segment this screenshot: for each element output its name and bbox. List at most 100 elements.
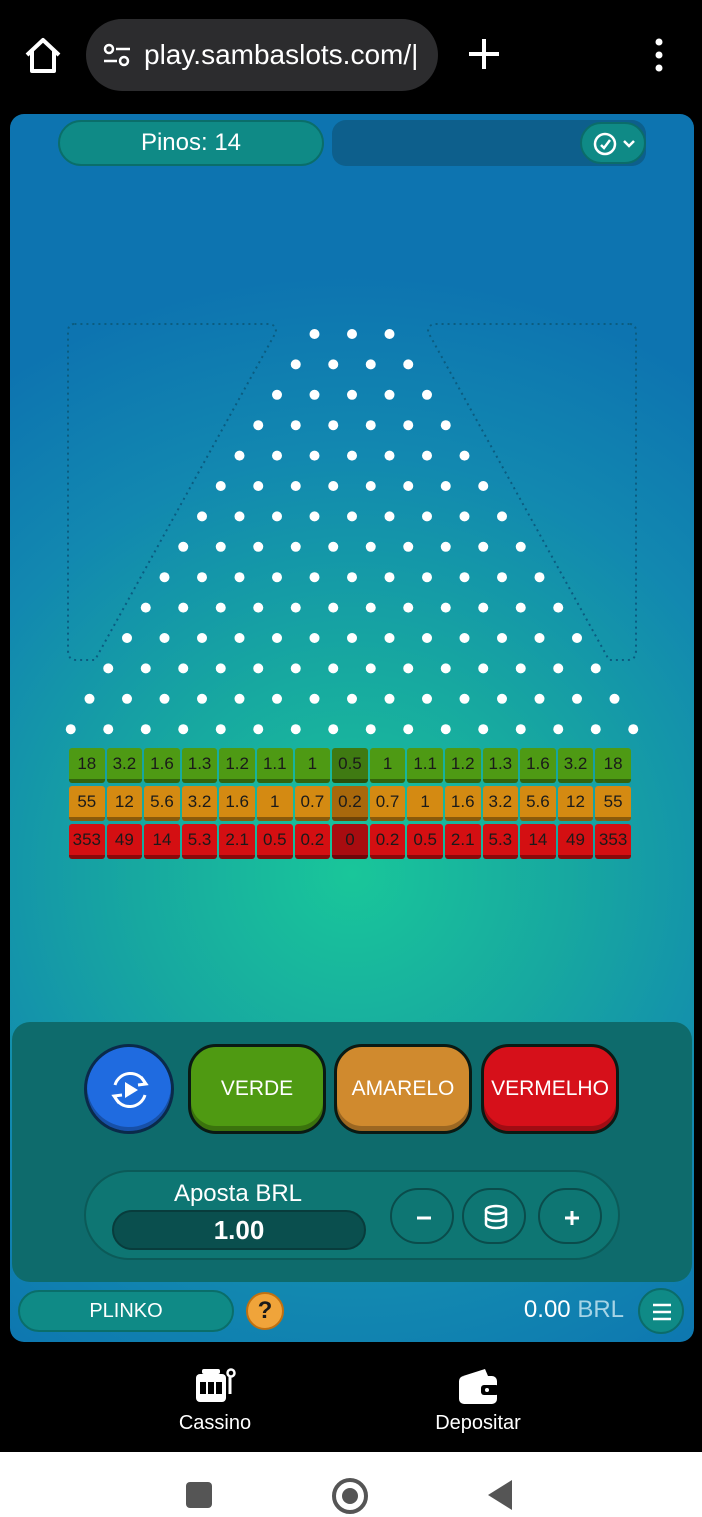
- address-bar[interactable]: play.sambaslots.com/|: [86, 19, 438, 91]
- nav-cassino[interactable]: Cassino: [135, 1362, 295, 1446]
- pin: [197, 572, 207, 583]
- pin: [384, 329, 395, 339]
- pin: [140, 663, 151, 674]
- yellow-multiplier-cell: 5.6: [520, 786, 556, 821]
- green-multiplier-cell: 1.1: [407, 748, 443, 783]
- game-name-button[interactable]: PLINKO: [18, 1290, 234, 1332]
- red-drop-button[interactable]: VERMELHO: [481, 1044, 619, 1134]
- pin: [384, 633, 395, 643]
- pin: [515, 602, 526, 613]
- home-icon[interactable]: [22, 34, 64, 76]
- pin: [140, 602, 151, 613]
- pin: [534, 633, 545, 643]
- pin: [384, 693, 395, 704]
- pin: [253, 663, 264, 674]
- pin: [365, 541, 376, 552]
- green-multiplier-cell: 18: [595, 748, 631, 783]
- pin: [328, 541, 339, 552]
- pin: [290, 663, 301, 674]
- yellow-drop-button[interactable]: AMARELO: [334, 1044, 472, 1134]
- pin: [534, 693, 545, 704]
- game-footer: PLINKO ? 0.00 BRL: [10, 1286, 694, 1342]
- yellow-multiplier-cell: 12: [557, 786, 594, 821]
- site-settings-icon[interactable]: [102, 41, 132, 69]
- pin: [309, 450, 320, 461]
- pin: [403, 602, 414, 613]
- pin: [197, 693, 207, 704]
- plinko-game: Pinos: 14 18 3.2 1.6 1.3 1.2 1.1 1 0.5 1 1.1 1.2 1.…: [10, 114, 694, 1342]
- yellow-multiplier-cell: 3.2: [482, 786, 519, 821]
- pin: [347, 329, 357, 339]
- yellow-multiplier-cell: 1.6: [444, 786, 481, 821]
- pin: [253, 541, 264, 552]
- pin: [253, 481, 264, 491]
- pin: [422, 633, 432, 643]
- pin: [347, 511, 357, 522]
- pin: [159, 633, 170, 643]
- green-drop-button[interactable]: VERDE: [188, 1044, 326, 1134]
- home-button[interactable]: [332, 1478, 368, 1514]
- red-multiplier-cell: 14: [520, 824, 556, 859]
- green-multiplier-cell: 1.2: [219, 748, 255, 783]
- pin: [103, 724, 114, 735]
- back-button[interactable]: [488, 1480, 512, 1510]
- right-board-guide: [426, 323, 637, 661]
- pin: [422, 389, 432, 400]
- green-multiplier-cell: 0.5: [332, 748, 368, 783]
- pin: [459, 693, 470, 704]
- system-nav-bar: [0, 1452, 702, 1517]
- pin: [365, 602, 376, 613]
- help-button[interactable]: ?: [246, 1292, 284, 1330]
- pin: [309, 329, 320, 339]
- minus-icon: [417, 1216, 431, 1220]
- pin: [440, 420, 451, 431]
- pin: [328, 359, 339, 370]
- pin: [497, 633, 507, 643]
- pin: [553, 602, 564, 613]
- bet-amount-input[interactable]: 1.00: [112, 1210, 366, 1250]
- game-menu-button[interactable]: [638, 1288, 684, 1334]
- pin: [328, 724, 339, 735]
- nav-depositar[interactable]: Depositar: [398, 1362, 558, 1446]
- more-options-icon[interactable]: [652, 38, 666, 72]
- yellow-multiplier-cell: 55: [595, 786, 631, 821]
- pin: [478, 724, 489, 735]
- recents-button[interactable]: [186, 1482, 212, 1508]
- pin: [384, 450, 395, 461]
- green-multiplier-row: 18 3.2 1.6 1.3 1.2 1.1 1 0.5 1 1.1 1.2 1.3 1.6 3.2 18: [69, 748, 635, 783]
- left-board-guide: [67, 323, 278, 661]
- pin: [459, 511, 470, 522]
- new-tab-icon[interactable]: [466, 36, 502, 72]
- decrease-bet-button[interactable]: [390, 1188, 454, 1244]
- red-multiplier-row: 353 49 14 5.3 2.1 0.5 0.2 0 0.2 0.5 2.1 5.3 14 49 353: [69, 824, 635, 859]
- red-multiplier-cell: 2.1: [219, 824, 255, 859]
- pin: [403, 663, 414, 674]
- bet-presets-button[interactable]: [462, 1188, 526, 1244]
- bet-control: Aposta BRL 1.00: [84, 1170, 620, 1260]
- pin: [478, 663, 489, 674]
- red-multiplier-cell: 0: [332, 824, 368, 859]
- pin: [478, 602, 489, 613]
- pin: [272, 511, 282, 522]
- yellow-multiplier-cell: 0.7: [369, 786, 406, 821]
- increase-bet-button[interactable]: [538, 1188, 602, 1244]
- pin: [515, 541, 526, 552]
- autoplay-icon: [111, 1072, 149, 1108]
- browser-toolbar: play.sambaslots.com/|: [0, 0, 702, 104]
- red-multiplier-cell: 0.2: [294, 824, 331, 859]
- green-multiplier-cell: 1.3: [181, 748, 218, 783]
- green-multiplier-cell: 3.2: [106, 748, 143, 783]
- control-panel: VERDE AMARELO VERMELHO Aposta BRL 1.00: [12, 1022, 692, 1282]
- plus-icon: [565, 1211, 579, 1225]
- pin: [347, 693, 357, 704]
- pin: [234, 511, 245, 522]
- pin: [253, 420, 264, 431]
- green-multiplier-cell: 3.2: [557, 748, 594, 783]
- red-multiplier-cell: 5.3: [181, 824, 218, 859]
- pin: [84, 693, 95, 704]
- pin: [553, 663, 564, 674]
- autoplay-button[interactable]: [84, 1044, 174, 1134]
- pin: [178, 663, 189, 674]
- yellow-multiplier-cell: 5.6: [144, 786, 180, 821]
- pin: [103, 663, 114, 674]
